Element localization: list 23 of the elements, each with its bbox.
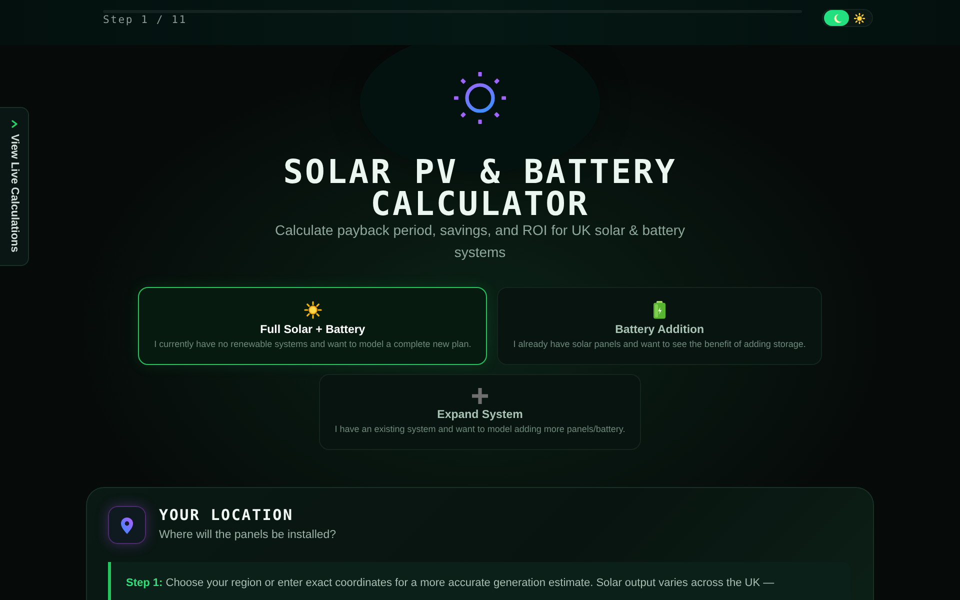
option-title: Battery Addition [615,323,704,337]
option-card[interactable]: Battery Addition I already have solar panels and want to see the benefit of adding storage. [497,287,822,365]
option-card[interactable]: Full Solar + Battery I currently have no renewable systems and want to model a complete new plan. [138,287,488,365]
battery-icon [653,301,666,319]
chevron-right-icon [10,120,18,128]
section-subtitle: Where will the panels be installed? [159,528,336,543]
option-title: Expand System [437,408,523,422]
plus-icon [472,388,488,404]
step-label: Step 1 / 11 [103,14,187,27]
page-subtitle: Calculate payback period, savings, and ROI for UK solar & battery systems [274,221,686,262]
location-pin-icon [108,506,146,544]
section-title: YOUR LOCATION [159,506,294,524]
theme-toggle[interactable] [822,9,873,27]
sun-logo-icon [452,70,508,126]
sun-icon [854,12,865,24]
option-description: I have an existing system and want to model adding more panels/battery. [334,423,626,436]
live-calculations-tab[interactable]: View Live Calculations [0,107,29,266]
page-title: SOLAR PV & BATTERY CALCULATOR [282,156,678,220]
sun-icon [304,301,322,319]
option-card[interactable]: Expand System I have an existing system and want to model adding more panels/battery. [318,374,642,450]
option-description: I currently have no renewable systems and want to model a complete new plan. [154,338,472,351]
option-title: Full Solar + Battery [260,323,366,337]
option-description: I already have solar panels and want to see the benefit of adding storage. [513,338,806,351]
